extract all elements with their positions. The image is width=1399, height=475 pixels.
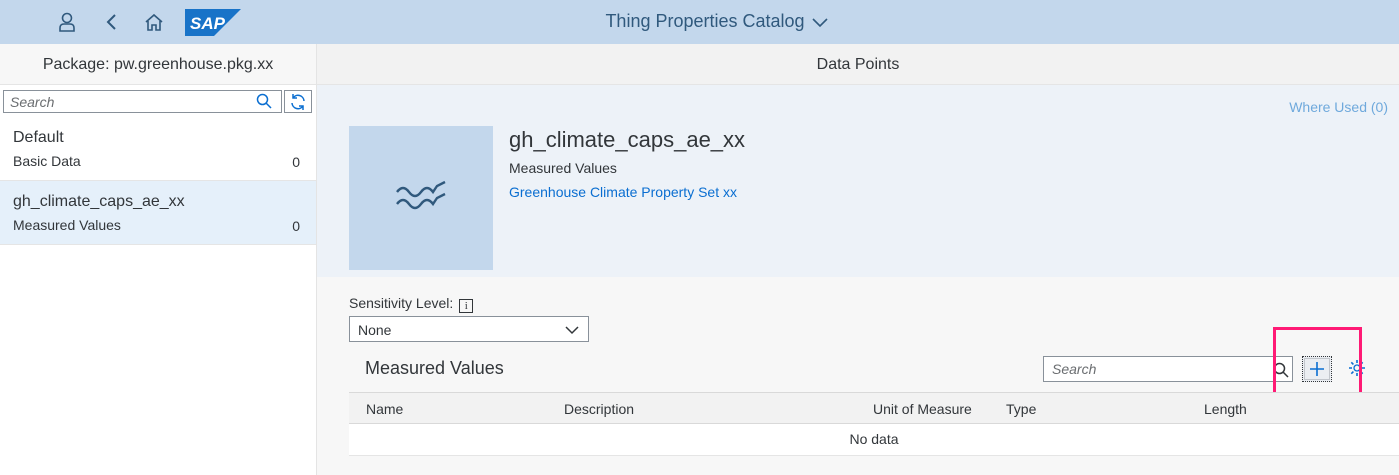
- column-header-description[interactable]: Description: [564, 401, 634, 417]
- info-icon[interactable]: i: [459, 299, 474, 313]
- where-used-link[interactable]: Where Used (0): [1289, 99, 1388, 115]
- column-header-name[interactable]: Name: [366, 401, 403, 417]
- list-item[interactable]: Default Basic Data 0: [0, 117, 316, 181]
- object-subtitle: Measured Values: [509, 160, 617, 176]
- table-search-input[interactable]: [1044, 357, 1264, 381]
- sensitivity-label-text: Sensitivity Level:: [349, 295, 454, 311]
- master-search-field[interactable]: [3, 90, 282, 113]
- list-item-subtitle: Basic Data: [13, 153, 81, 169]
- column-header-type[interactable]: Type: [1006, 401, 1036, 417]
- master-panel: Package: pw.greenhouse.pkg.xx Default Ba…: [0, 44, 317, 475]
- chevron-down-icon: [565, 326, 579, 335]
- property-set-link[interactable]: Greenhouse Climate Property Set xx: [509, 184, 737, 200]
- search-icon[interactable]: [256, 93, 272, 109]
- table-search-field[interactable]: [1043, 356, 1293, 382]
- shell-bar: SAP Thing Properties Catalog: [0, 0, 1399, 44]
- master-list: Default Basic Data 0 gh_climate_caps_ae_…: [0, 117, 316, 245]
- measured-values-icon: [396, 180, 446, 210]
- column-header-length[interactable]: Length: [1204, 401, 1247, 417]
- refresh-icon: [291, 93, 305, 110]
- list-item-title: Default: [13, 129, 64, 146]
- sensitivity-label: Sensitivity Level: i: [349, 295, 474, 313]
- list-item-count: 0: [292, 218, 300, 234]
- object-title: gh_climate_caps_ae_xx: [509, 127, 746, 152]
- sensitivity-value: None: [358, 322, 392, 338]
- object-image: [349, 126, 493, 270]
- detail-header: Data Points: [317, 44, 1399, 85]
- package-header: Package: pw.greenhouse.pkg.xx: [0, 44, 316, 85]
- object-header: Where Used (0) gh_climate_caps_ae_xx Mea…: [317, 85, 1399, 277]
- app-title: Thing Properties Catalog: [605, 11, 805, 31]
- no-data-row: No data: [349, 424, 1399, 456]
- list-item-subtitle: Measured Values: [13, 217, 121, 233]
- detail-panel: Data Points Where Used (0) gh_climate_ca…: [317, 44, 1399, 475]
- master-search-input[interactable]: [4, 91, 244, 112]
- chevron-down-icon: [811, 18, 828, 28]
- sensitivity-select[interactable]: None: [349, 316, 589, 342]
- list-item[interactable]: gh_climate_caps_ae_xx Measured Values 0: [0, 181, 316, 245]
- highlight-annotation: [1273, 327, 1362, 402]
- table-header-row: Name Description Unit of Measure Type Le…: [349, 392, 1399, 424]
- refresh-button[interactable]: [284, 90, 312, 113]
- list-item-title: gh_climate_caps_ae_xx: [13, 193, 185, 210]
- column-header-unit[interactable]: Unit of Measure: [873, 401, 972, 417]
- measured-values-table: Name Description Unit of Measure Type Le…: [349, 392, 1399, 456]
- app-title-menu[interactable]: Thing Properties Catalog: [0, 11, 1399, 32]
- table-title: Measured Values: [365, 358, 504, 378]
- list-item-count: 0: [292, 154, 300, 170]
